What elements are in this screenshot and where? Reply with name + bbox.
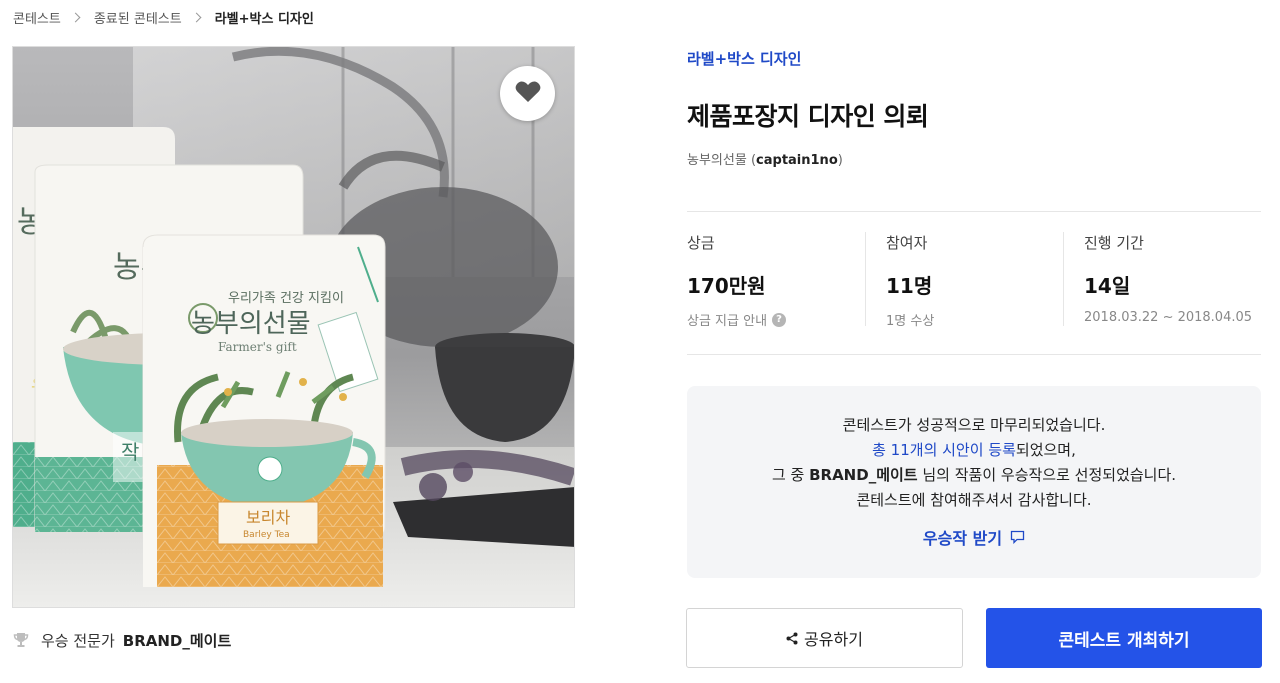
front-package-product-en: Barley Tea — [243, 530, 290, 540]
share-label: 공유하기 — [804, 630, 863, 649]
product-photo: 농부 우 농부의 작 우리가족 건강 지킴이 농부의선물 Farmer's gi… — [13, 47, 574, 607]
trophy-icon — [13, 632, 29, 648]
winner-label: 우승 전문가 — [41, 631, 115, 650]
share-icon — [786, 632, 798, 645]
notice-line-3-pre: 그 중 — [771, 466, 810, 484]
prize-label: 상금 — [687, 234, 715, 252]
get-winning-work-link[interactable]: 우승작 받기 — [687, 525, 1261, 549]
divider — [687, 354, 1261, 355]
client-info: 농부의선물 (captain1no) — [687, 153, 843, 168]
notice-line-3-post: 님의 작품이 우승작으로 선정되었습니다. — [917, 466, 1177, 484]
submissions-link[interactable]: 총 11개의 시안이 등록 — [872, 441, 1016, 459]
client-id: captain1no — [756, 153, 838, 168]
breadcrumb-current: 라벨+박스 디자인 — [214, 11, 314, 27]
notice-winner-name: BRAND_메이트 — [809, 466, 918, 484]
page-title: 제품포장지 디자인 의뢰 — [687, 102, 929, 131]
front-package-brand: 농부의선물 — [191, 309, 311, 339]
client-name: 농부의선물 — [687, 153, 747, 168]
stat-divider — [1063, 232, 1064, 326]
front-package-brand-en: Farmer's gift — [218, 340, 297, 354]
participants-label: 참여자 — [886, 234, 928, 252]
chevron-right-icon — [70, 12, 81, 22]
winner-link-label: 우승작 받기 — [922, 529, 1003, 548]
winner-name[interactable]: BRAND_메이트 — [123, 630, 232, 651]
help-icon[interactable]: ? — [772, 312, 787, 327]
divider — [687, 211, 1261, 212]
period-value: 14일 — [1084, 274, 1131, 298]
middle-package-product: 작 — [121, 440, 139, 464]
notice-line-3: 그 중 BRAND_메이트 님의 작품이 우승작으로 선정되었습니다. — [687, 463, 1261, 488]
completion-notice: 콘테스트가 성공적으로 마무리되었습니다. 총 11개의 시안이 등록되었으며,… — [687, 386, 1261, 578]
front-package-tagline: 우리가족 건강 지킴이 — [228, 291, 344, 306]
stat-prize: 상금 170만원 상금 지급 안내 ? — [687, 232, 865, 329]
product-image: 농부 우 농부의 작 우리가족 건강 지킴이 농부의선물 Farmer's gi… — [12, 46, 575, 608]
prize-value: 170만원 — [687, 274, 766, 298]
breadcrumb-contest[interactable]: 콘테스트 — [13, 8, 61, 27]
chevron-right-icon — [191, 12, 202, 22]
front-package-product: 보리차 — [246, 508, 290, 527]
stat-divider — [865, 232, 866, 326]
prize-info: 상금 지급 안내 ? — [687, 310, 865, 329]
prize-info-label: 상금 지급 안내 — [687, 314, 768, 329]
speech-bubble-icon — [1010, 530, 1025, 544]
period-label: 진행 기간 — [1084, 234, 1144, 252]
notice-line-2: 총 11개의 시안이 등록되었으며, — [687, 438, 1261, 463]
winner-row: 우승 전문가 BRAND_메이트 — [13, 628, 231, 652]
notice-line-4: 콘테스트에 참여해주셔서 감사합니다. — [856, 491, 1092, 509]
contest-category[interactable]: 라벨+박스 디자인 — [687, 48, 801, 69]
stat-participants: 참여자 11명 1명 수상 — [886, 232, 1064, 329]
stat-period: 진행 기간 14일 2018.03.22 ~ 2018.04.05 — [1084, 232, 1262, 325]
host-contest-button[interactable]: 콘테스트 개최하기 — [986, 608, 1262, 668]
notice-line-1: 콘테스트가 성공적으로 마무리되었습니다. — [842, 416, 1106, 434]
participants-sub: 1명 수상 — [886, 314, 935, 329]
heart-icon — [515, 80, 541, 107]
period-dates: 2018.03.22 ~ 2018.04.05 — [1084, 310, 1253, 325]
notice-line-2-rest: 되었으며, — [1015, 441, 1076, 459]
breadcrumb-ended-contests[interactable]: 종료된 콘테스트 — [94, 8, 182, 27]
like-button[interactable] — [500, 66, 555, 121]
breadcrumb: 콘테스트 종료된 콘테스트 라벨+박스 디자인 — [13, 6, 314, 28]
participants-value: 11명 — [886, 274, 933, 298]
share-button[interactable]: 공유하기 — [686, 608, 963, 668]
